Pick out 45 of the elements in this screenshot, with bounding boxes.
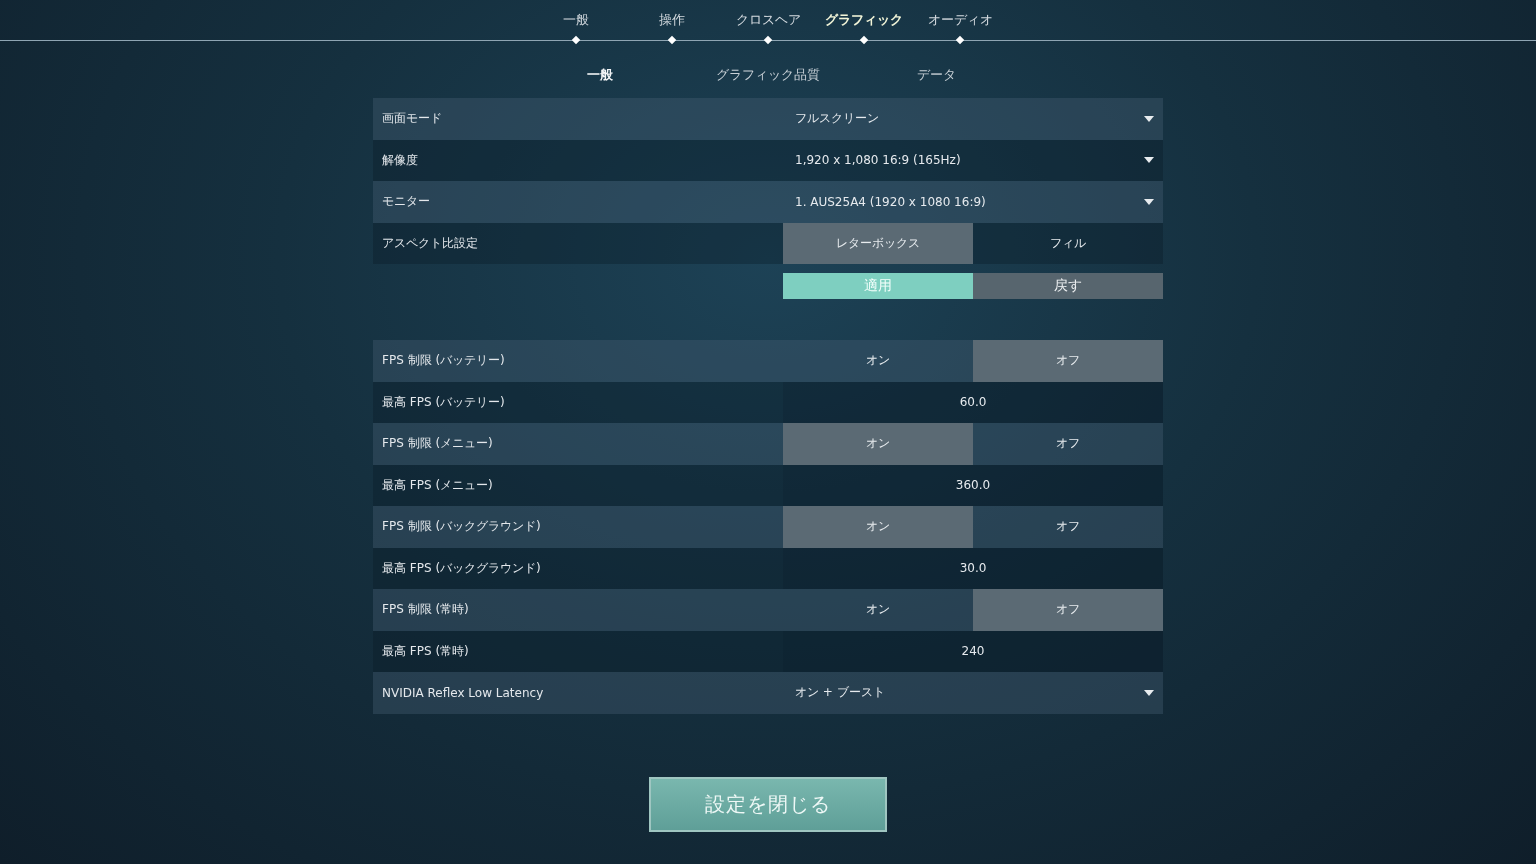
setting-label: FPS 制限 (常時) <box>381 601 470 619</box>
setting-label: アスペクト比設定 <box>381 234 479 252</box>
dropdown[interactable]: フルスクリーン <box>783 98 1163 140</box>
toggle-option[interactable]: オン <box>783 340 973 382</box>
setting-label: 最高 FPS (バッテリー) <box>381 393 506 411</box>
dropdown-value: フルスクリーン <box>795 110 879 128</box>
toggle-option[interactable]: オフ <box>973 506 1163 548</box>
revert-button[interactable]: 戻す <box>973 273 1163 299</box>
dropdown[interactable]: オン + ブースト <box>783 672 1163 714</box>
setting-label: モニター <box>381 193 431 211</box>
toggle-option[interactable]: レターボックス <box>783 222 973 264</box>
setting-label: FPS 制限 (メニュー) <box>381 435 494 453</box>
sub-tab[interactable]: グラフィック品質 <box>684 66 852 84</box>
caret-icon <box>1144 689 1154 696</box>
toggle-option[interactable]: オフ <box>973 589 1163 631</box>
setting-label: 最高 FPS (バックグラウンド) <box>381 559 542 577</box>
toggle-option[interactable]: オフ <box>973 340 1163 382</box>
setting-label: 画面モード <box>381 110 443 128</box>
toggle-option[interactable]: オン <box>783 506 973 548</box>
sub-tab[interactable]: データ <box>852 66 1020 84</box>
setting-label: 最高 FPS (常時) <box>381 642 470 660</box>
sub-tab[interactable]: 一般 <box>516 66 684 84</box>
top-tab[interactable]: クロスヘア <box>720 11 816 30</box>
dropdown[interactable]: 1,920 x 1,080 16:9 (165Hz) <box>783 139 1163 181</box>
caret-icon <box>1144 115 1154 122</box>
toggle-option[interactable]: オフ <box>973 423 1163 465</box>
top-tab[interactable]: グラフィック <box>816 11 912 30</box>
caret-icon <box>1144 157 1154 164</box>
toggle-option[interactable]: オン <box>783 589 973 631</box>
top-tab[interactable]: 一般 <box>528 11 624 30</box>
toggle-option[interactable]: フィル <box>973 222 1163 264</box>
setting-label: NVIDIA Reflex Low Latency <box>381 684 545 702</box>
setting-label: FPS 制限 (バッテリー) <box>381 352 506 370</box>
setting-label: 解像度 <box>381 151 419 169</box>
setting-label: FPS 制限 (バックグラウンド) <box>381 518 542 536</box>
toggle-option[interactable]: オン <box>783 423 973 465</box>
top-tab[interactable]: 操作 <box>624 11 720 30</box>
dropdown-value: 1,920 x 1,080 16:9 (165Hz) <box>795 153 961 168</box>
top-tab[interactable]: オーディオ <box>912 11 1008 30</box>
setting-value: 60.0 <box>783 381 1163 423</box>
dropdown[interactable]: 1. AUS25A4 (1920 x 1080 16:9) <box>783 181 1163 223</box>
setting-label: 最高 FPS (メニュー) <box>381 476 494 494</box>
caret-icon <box>1144 198 1154 205</box>
dropdown-value: オン + ブースト <box>795 684 885 702</box>
dropdown-value: 1. AUS25A4 (1920 x 1080 16:9) <box>795 194 986 209</box>
